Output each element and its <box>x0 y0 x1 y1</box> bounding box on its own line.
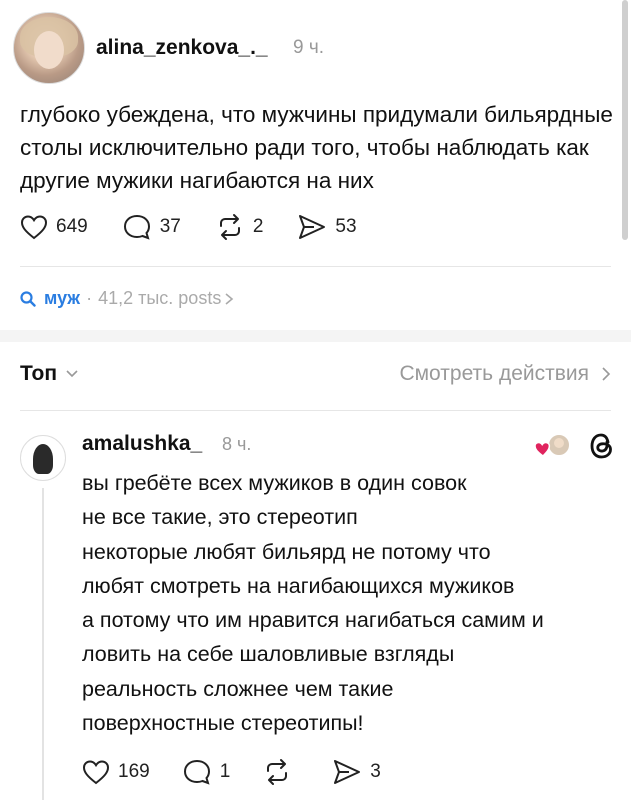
avatar-figure <box>33 444 53 474</box>
main-post: alina_zenkova_._ 9 ч. глубоко убеждена, … <box>0 0 631 268</box>
heart-icon <box>82 760 110 785</box>
view-activity-link[interactable]: Смотреть действия <box>399 362 611 386</box>
sort-label: Топ <box>20 362 58 385</box>
post-text: глубоко убеждена, что мужчины придумали … <box>20 102 613 193</box>
thread-line <box>42 488 44 800</box>
divider <box>20 410 611 411</box>
chevron-down-icon <box>66 370 78 378</box>
reply-line: а потому что им нравится нагибаться сами… <box>82 608 544 633</box>
reply-author[interactable]: amalushka_ <box>82 432 202 456</box>
share-button[interactable]: 53 <box>297 213 357 241</box>
search-separator: · <box>86 288 93 308</box>
heart-icon <box>20 215 48 240</box>
reply-comment-count: 1 <box>219 761 231 782</box>
search-count: 41,2 тыс. posts <box>98 288 222 308</box>
reply-time: 8 ч. <box>222 434 252 454</box>
post-actions: 649 37 2 53 <box>20 212 391 242</box>
reply-share-button[interactable]: 3 <box>332 758 381 786</box>
like-button[interactable]: 649 <box>20 214 88 240</box>
liked-by-author-badge <box>534 433 571 457</box>
reply-share-count: 3 <box>370 761 381 782</box>
chevron-right-icon <box>602 367 611 381</box>
comment-icon <box>123 214 150 240</box>
reply-comment-button[interactable]: 1 <box>182 758 231 786</box>
share-icon <box>334 760 361 784</box>
repost-icon <box>219 214 240 240</box>
reply-line: любят смотреть на нагибающихся мужиков <box>82 573 515 598</box>
repost-button[interactable]: 2 <box>215 213 264 241</box>
view-activity-label: Смотреть действия <box>399 362 589 385</box>
chevron-right-icon <box>225 292 234 305</box>
like-count: 649 <box>56 216 88 237</box>
post-author[interactable]: alina_zenkova_._ <box>96 36 268 60</box>
section-gap <box>0 330 631 342</box>
reply-line: поверхностные стереотипы! <box>82 711 364 736</box>
repost-count: 2 <box>252 216 264 237</box>
threads-icon[interactable] <box>587 430 617 462</box>
comment-count: 37 <box>159 216 181 237</box>
reply-line: ловить на себе шаловливые взгляды <box>82 642 455 667</box>
reply-line: некоторые любят бильярд не потому что <box>82 539 491 564</box>
reply-actions: 169 1 3 <box>82 758 413 786</box>
search-icon <box>20 290 36 307</box>
search-keyword: муж <box>44 288 81 308</box>
divider <box>20 266 611 267</box>
reply-line: вы гребёте всех мужиков в один совок <box>82 471 467 495</box>
sort-dropdown[interactable]: Топ <box>20 362 79 386</box>
reply-repost-button[interactable] <box>262 758 300 786</box>
reply-line: реальность сложнее чем такие <box>82 676 394 701</box>
comment-icon <box>183 759 210 785</box>
reply-post: amalushka_ 8 ч. вы гребёте всех мужиков … <box>0 418 631 800</box>
author-avatar[interactable] <box>13 12 85 84</box>
search-suggestion[interactable]: муж · 41,2 тыс. posts <box>20 288 234 309</box>
scrollbar[interactable] <box>622 0 628 240</box>
repost-icon <box>267 759 288 785</box>
reply-like-button[interactable]: 169 <box>82 759 150 785</box>
avatar-face <box>34 31 64 69</box>
share-icon <box>299 215 326 239</box>
comment-button[interactable]: 37 <box>122 213 181 241</box>
post-time: 9 ч. <box>293 37 325 58</box>
reply-line: не все такие, это стереотип <box>82 505 358 530</box>
reply-avatar[interactable] <box>20 435 66 481</box>
reply-text: вы гребёте всех мужиков в один совок не … <box>82 466 622 740</box>
share-count: 53 <box>335 216 357 237</box>
reply-like-count: 169 <box>118 761 150 782</box>
